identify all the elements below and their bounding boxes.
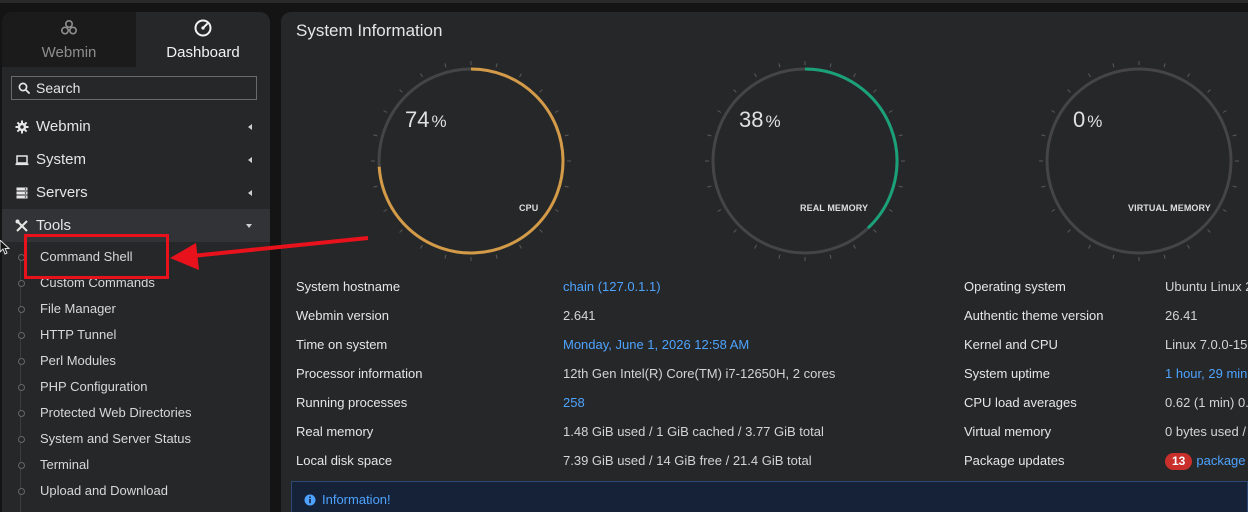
red-arrow-annotation (170, 236, 369, 270)
mouse-cursor-icon (0, 240, 10, 255)
